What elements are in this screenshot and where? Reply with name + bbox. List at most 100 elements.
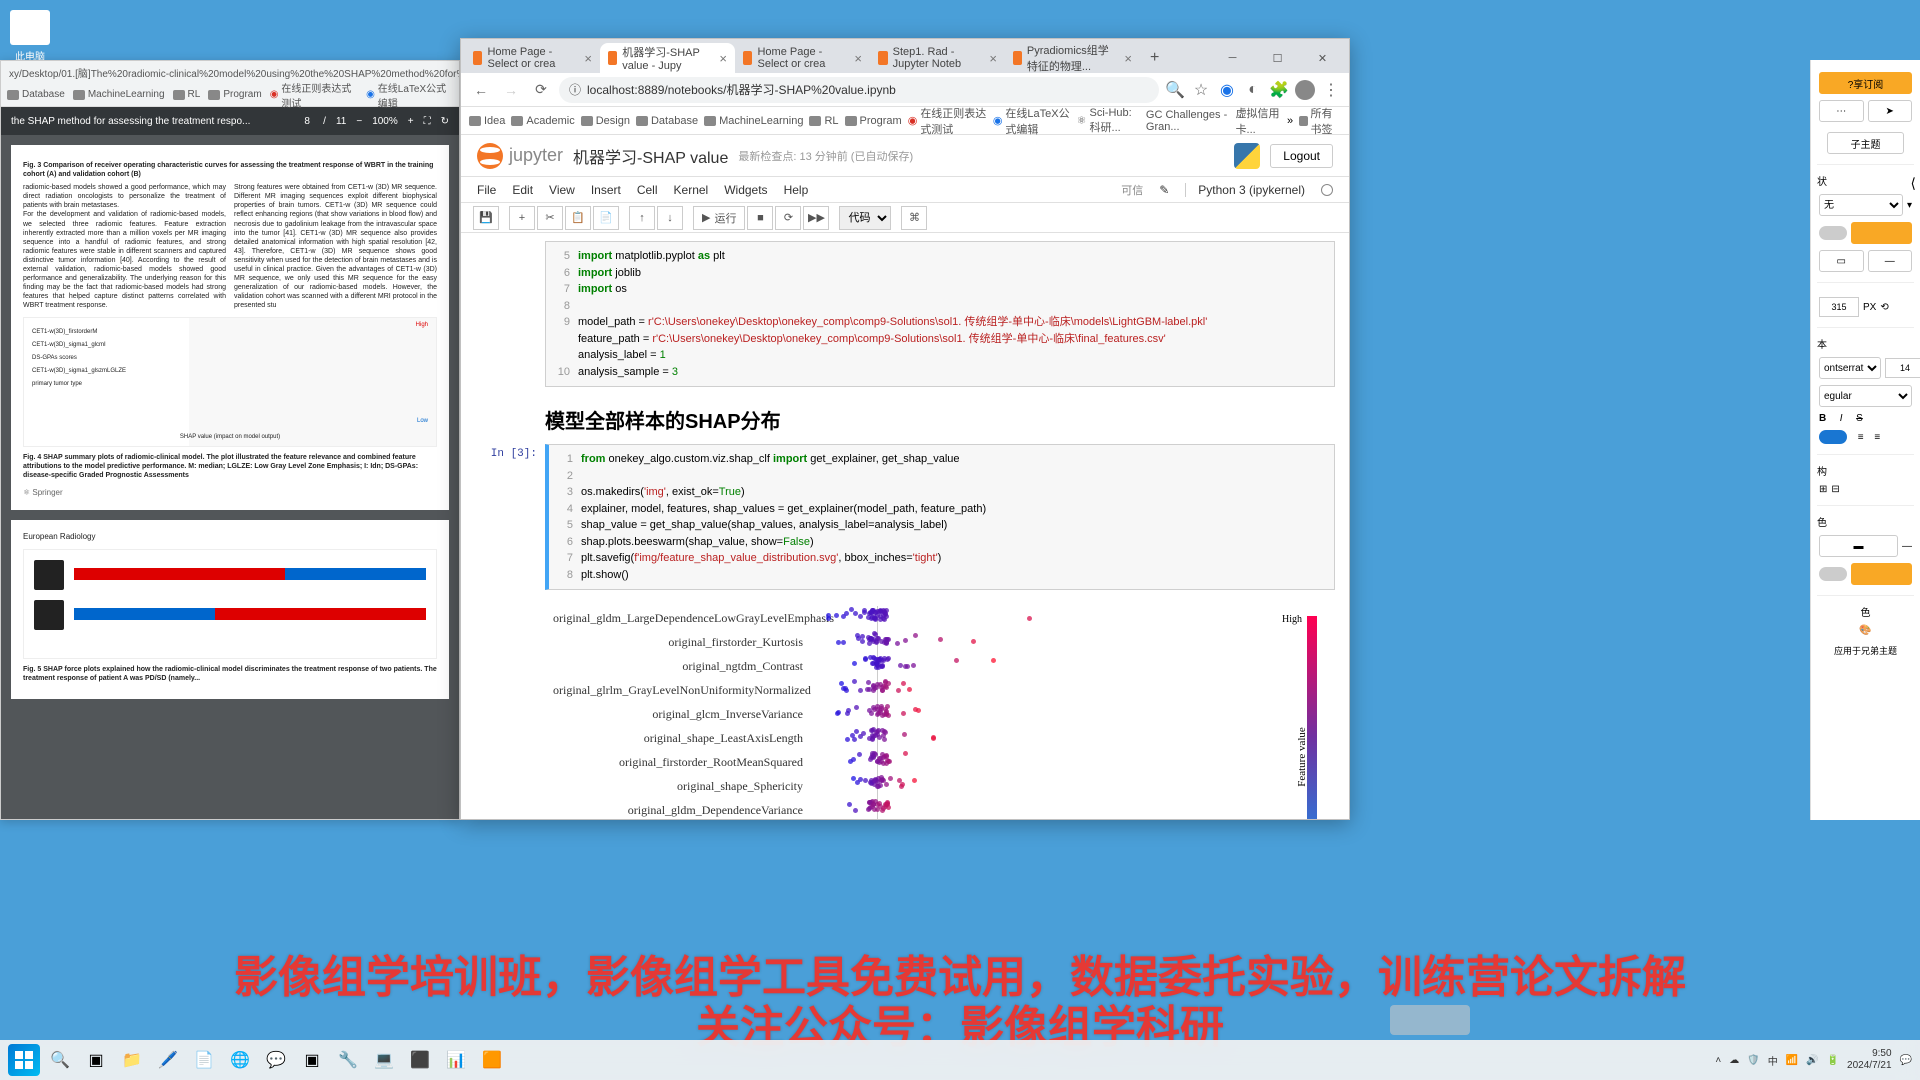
weight-select[interactable]: egular [1819, 385, 1912, 407]
browser-tab[interactable]: Pyradiomics组学特征的物理...× [1005, 43, 1140, 73]
zoom-out[interactable]: − [356, 116, 362, 127]
search-button[interactable]: 🔍 [44, 1044, 76, 1076]
app-icon[interactable]: 💻 [368, 1044, 400, 1076]
add-cell-button[interactable]: + [509, 206, 535, 230]
close-icon[interactable]: × [1124, 51, 1132, 66]
forward-button[interactable]: → [499, 78, 523, 102]
pdf-content[interactable]: Fig. 3 Comparison of receiver operating … [1, 135, 459, 819]
fit-page-icon[interactable]: ⛶ [424, 116, 431, 127]
bookmark-item[interactable]: Academic [511, 115, 574, 127]
menu-insert[interactable]: Insert [591, 183, 621, 197]
extensions-icon[interactable]: 🧩 [1269, 80, 1289, 100]
apply-siblings-button[interactable]: 应用于兄弟主题 [1817, 644, 1914, 657]
battery-icon[interactable]: 🔋 [1827, 1055, 1839, 1066]
align-center-icon[interactable]: ≡ [1874, 432, 1880, 443]
bookmark-item[interactable]: Design [581, 115, 630, 127]
width-input[interactable] [1819, 297, 1859, 317]
markdown-cell[interactable]: 模型全部样本的SHAP分布 [475, 395, 1335, 444]
search-icon[interactable]: 🔍 [1165, 80, 1185, 100]
app-icon[interactable]: 🖊️ [152, 1044, 184, 1076]
child-topic-button[interactable]: 子主题 [1827, 132, 1905, 154]
bookmark-overflow[interactable]: » [1287, 115, 1293, 127]
menu-edit[interactable]: Edit [512, 183, 533, 197]
menu-help[interactable]: Help [784, 183, 809, 197]
fast-forward-button[interactable]: ▶▶ [803, 206, 829, 230]
app-icon[interactable]: ▣ [296, 1044, 328, 1076]
bookmark-item[interactable]: ◉在线正则表达式测试 [908, 105, 987, 137]
bookmark-item[interactable]: ◉在线正则表达式测试 [270, 87, 358, 102]
menu-cell[interactable]: Cell [637, 183, 658, 197]
terminal-icon[interactable]: ⬛ [404, 1044, 436, 1076]
edit-icon[interactable]: ✎ [1159, 183, 1169, 197]
bookmark-item[interactable]: Idea [469, 115, 505, 127]
align-left-icon[interactable]: ≡ [1858, 432, 1864, 443]
close-icon[interactable]: × [584, 51, 592, 66]
toggle[interactable] [1819, 226, 1847, 240]
notifications-icon[interactable]: 💬 [1900, 1055, 1912, 1066]
reload-button[interactable]: ⟳ [529, 78, 553, 102]
browser-tab[interactable]: Home Page - Select or crea× [735, 43, 870, 73]
bookmark-item[interactable]: Database [7, 87, 65, 102]
browser-tab[interactable]: Home Page - Select or crea× [465, 43, 600, 73]
volume-icon[interactable]: 🔊 [1806, 1055, 1818, 1066]
new-tab-button[interactable]: + [1140, 43, 1169, 73]
close-window-button[interactable]: ✕ [1300, 43, 1345, 73]
menu-view[interactable]: View [549, 183, 575, 197]
color-icon[interactable]: 🎨 [1859, 625, 1871, 636]
shape-select[interactable]: 无 [1819, 194, 1903, 216]
desktop-icon-this-pc[interactable]: 此电脑 [10, 10, 50, 63]
app-icon[interactable]: 📊 [440, 1044, 472, 1076]
jupyter-logo[interactable]: jupyter [477, 143, 563, 169]
bookmark-item[interactable]: MachineLearning [704, 115, 803, 127]
back-button[interactable]: ← [469, 78, 493, 102]
maximize-button[interactable]: ☐ [1255, 43, 1300, 73]
share-button[interactable]: ➤ [1868, 100, 1913, 122]
stop-button[interactable]: ■ [747, 206, 773, 230]
menu-icon[interactable]: ⋮ [1321, 80, 1341, 100]
menu-kernel[interactable]: Kernel [674, 183, 709, 197]
toggle[interactable] [1819, 567, 1847, 581]
tray-chevron-icon[interactable]: ˄ [1715, 1055, 1721, 1066]
strike-button[interactable]: S [1856, 413, 1863, 424]
bookmark-item[interactable]: RL [809, 115, 838, 127]
trusted-indicator[interactable]: 可信 [1121, 182, 1143, 198]
bookmark-item[interactable]: Database [636, 115, 698, 127]
cell-input[interactable]: 5import matplotlib.pyplot as plt 6import… [545, 241, 1335, 387]
logout-button[interactable]: Logout [1270, 144, 1333, 168]
clock[interactable]: 9:50 2024/7/21 [1847, 1048, 1892, 1072]
chrome-icon[interactable]: 🌐 [224, 1044, 256, 1076]
notebook-body[interactable]: 5import matplotlib.pyplot as plt 6import… [461, 233, 1349, 819]
italic-button[interactable]: I [1840, 413, 1843, 424]
file-explorer-icon[interactable]: 📁 [116, 1044, 148, 1076]
tray-icon[interactable]: 🛡️ [1747, 1055, 1759, 1066]
close-icon[interactable]: × [854, 51, 862, 66]
start-button[interactable] [8, 1044, 40, 1076]
cut-button[interactable]: ✂ [537, 206, 563, 230]
kernel-name[interactable]: Python 3 (ipykernel) [1185, 183, 1305, 197]
bookmark-item[interactable]: ◉在线LaTeX公式编辑 [366, 87, 453, 102]
paste-button[interactable]: 📄 [593, 206, 619, 230]
bookmark-item[interactable]: ⚛Sci-Hub: 科研... [1077, 107, 1140, 135]
app-icon[interactable]: 💬 [260, 1044, 292, 1076]
task-view-button[interactable]: ▣ [80, 1044, 112, 1076]
rotate-icon[interactable]: ↻ [441, 116, 449, 127]
browser-tab[interactable]: Step1. Rad - Jupyter Noteb× [870, 43, 1005, 73]
code-cell[interactable]: 5import matplotlib.pyplot as plt 6import… [475, 241, 1335, 387]
run-button[interactable]: ▶ 运行 [693, 206, 745, 230]
site-info-icon[interactable]: ⓘ [569, 81, 581, 98]
restart-button[interactable]: ⟳ [775, 206, 801, 230]
browser-tab-active[interactable]: 机器学习-SHAP value - Jupy× [600, 43, 735, 73]
bookmark-item[interactable]: Program [208, 87, 261, 102]
menu-file[interactable]: File [477, 183, 496, 197]
app-icon[interactable]: 🟧 [476, 1044, 508, 1076]
move-up-button[interactable]: ↑ [629, 206, 655, 230]
bold-button[interactable]: B [1819, 413, 1826, 424]
bookmark-star-icon[interactable]: ☆ [1191, 80, 1211, 100]
menu-widgets[interactable]: Widgets [724, 183, 767, 197]
command-palette-button[interactable]: ⌘ [901, 206, 927, 230]
code-cell-selected[interactable]: In [3]: 1from onekey_algo.custom.viz.sha… [475, 444, 1335, 590]
bookmark-item[interactable]: MachineLearning [73, 87, 165, 102]
move-down-button[interactable]: ↓ [657, 206, 683, 230]
profile-icon[interactable] [1295, 80, 1315, 100]
app-icon[interactable]: 🔧 [332, 1044, 364, 1076]
